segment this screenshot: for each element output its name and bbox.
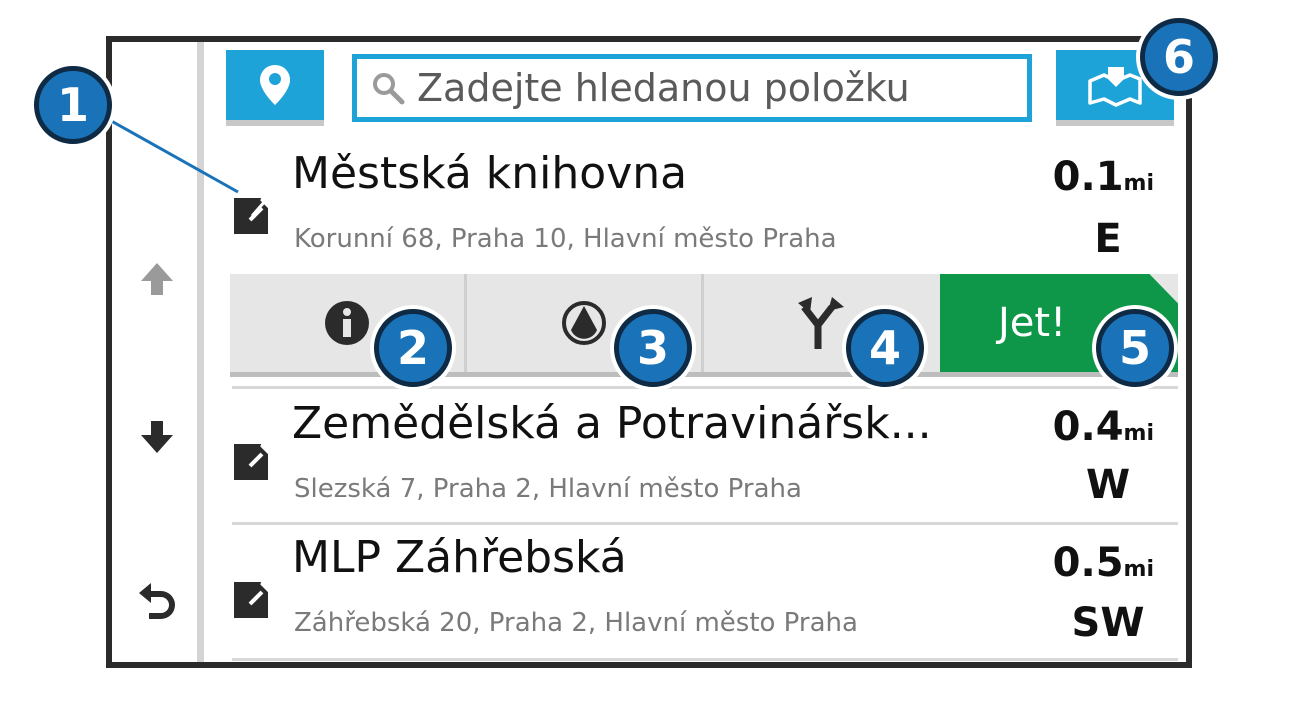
poi-name: MLP Záhřebská: [292, 532, 627, 583]
distance-value: 0.5: [1052, 540, 1124, 586]
folded-map-icon: [1088, 67, 1142, 107]
callout-5: 5: [1096, 309, 1174, 387]
poi-address: Záhřebská 20, Praha 2, Hlavní město Prah…: [294, 608, 858, 638]
poi-distance: 0.5mi: [1053, 540, 1154, 586]
scroll-down-button[interactable]: [132, 412, 182, 462]
list-divider: [232, 522, 1178, 525]
search-input[interactable]: [415, 65, 1019, 111]
poi-name: Městská knihovna: [292, 148, 688, 199]
list-divider: [232, 658, 1178, 661]
poi-address: Korunní 68, Praha 10, Hlavní město Praha: [294, 224, 837, 254]
callout-4: 4: [846, 309, 924, 387]
callout-2: 2: [374, 309, 452, 387]
poi-direction: SW: [1071, 600, 1145, 646]
fork-route-icon: [798, 297, 844, 349]
poi-distance: 0.4mi: [1053, 404, 1154, 450]
list-item[interactable]: MLP Záhřebská Záhřebská 20, Praha 2, Hla…: [222, 526, 1172, 658]
arrow-down-icon: [141, 421, 173, 453]
info-icon: [325, 301, 369, 345]
scroll-up-button[interactable]: [132, 254, 182, 304]
distance-value: 0.1: [1052, 154, 1124, 200]
location-button[interactable]: [226, 50, 324, 120]
pushpin-icon: [234, 571, 283, 618]
side-nav: [112, 42, 204, 662]
poi-name: Zemědělská a Potravinářsk...: [292, 398, 932, 449]
distance-unit: mi: [1123, 171, 1154, 196]
search-field[interactable]: [352, 54, 1032, 122]
poi-direction: E: [1094, 216, 1122, 262]
callout-6: 6: [1140, 18, 1218, 96]
pushpin-icon: [234, 433, 283, 480]
poi-address: Slezská 7, Praha 2, Hlavní město Praha: [294, 474, 802, 504]
list-item[interactable]: Zemědělská a Potravinářsk... Slezská 7, …: [222, 390, 1172, 522]
distance-unit: mi: [1123, 421, 1154, 446]
magnifier-icon: [373, 73, 405, 105]
back-arrow-icon: [139, 583, 175, 619]
distance-value: 0.4: [1052, 404, 1124, 450]
list-item[interactable]: Městská knihovna Korunní 68, Praha 10, H…: [222, 138, 1172, 278]
map-pin-icon: [260, 65, 290, 105]
back-button[interactable]: [132, 574, 182, 624]
arrow-up-icon: [141, 263, 173, 295]
poi-direction: W: [1085, 462, 1131, 508]
distance-unit: mi: [1123, 557, 1154, 582]
circle-drop-icon: [562, 301, 606, 345]
list-divider: [232, 386, 1178, 389]
callout-3: 3: [614, 309, 692, 387]
pushpin-icon: [234, 187, 283, 234]
result-action-bar: Jet!: [230, 274, 1178, 372]
callout-1: 1: [34, 66, 112, 144]
poi-distance: 0.1mi: [1053, 154, 1154, 200]
